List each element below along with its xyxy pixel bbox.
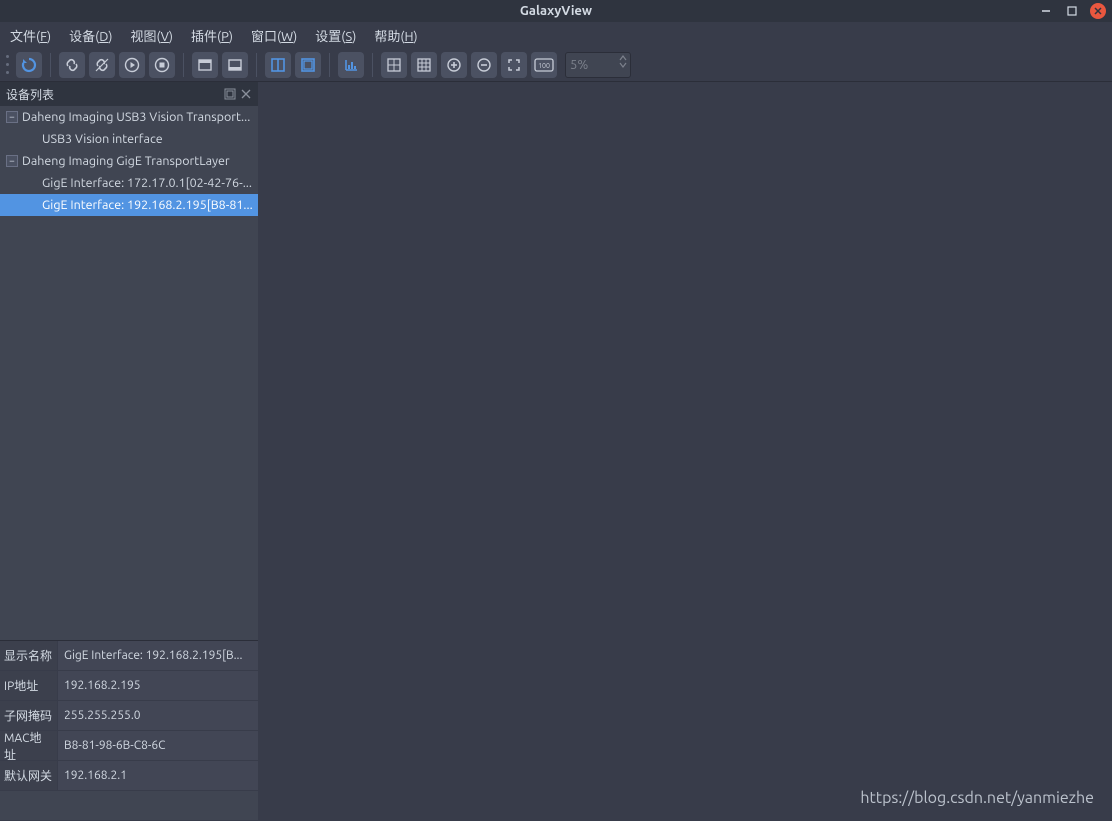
property-key: MAC地址 bbox=[0, 731, 58, 760]
zoom-in-button[interactable] bbox=[441, 52, 467, 78]
panel-close-icon[interactable] bbox=[240, 88, 252, 100]
panel-float-icon[interactable] bbox=[224, 88, 236, 100]
tree-expander-icon[interactable]: − bbox=[6, 111, 18, 123]
menu-help[interactable]: 帮助(H) bbox=[374, 26, 417, 45]
layout-full-button[interactable] bbox=[295, 52, 321, 78]
property-key: 默认网关 bbox=[0, 761, 58, 790]
property-value: 192.168.2.1 bbox=[58, 761, 258, 790]
menu-plugin[interactable]: 插件(P) bbox=[191, 26, 233, 45]
stop-button[interactable] bbox=[149, 52, 175, 78]
property-row: 默认网关 192.168.2.1 bbox=[0, 761, 258, 791]
unlink-button[interactable] bbox=[89, 52, 115, 78]
tree-item-label: GigE Interface: 192.168.2.195[B8-81... bbox=[42, 198, 253, 212]
property-key: 子网掩码 bbox=[0, 701, 58, 730]
property-row: IP地址 192.168.2.195 bbox=[0, 671, 258, 701]
toolbar-handle bbox=[6, 53, 10, 77]
property-row-empty bbox=[0, 791, 258, 821]
tree-item-gige-layer[interactable]: − Daheng Imaging GigE TransportLayer bbox=[0, 150, 258, 172]
play-button[interactable] bbox=[119, 52, 145, 78]
watermark-text: https://blog.csdn.net/yanmiezhe bbox=[860, 789, 1094, 807]
property-table: 显示名称 GigE Interface: 192.168.2.195[B... … bbox=[0, 640, 258, 821]
tree-item-label: GigE Interface: 172.17.0.1[02-42-76-... bbox=[42, 176, 252, 190]
fit-button[interactable] bbox=[501, 52, 527, 78]
grid-3x3-button[interactable] bbox=[411, 52, 437, 78]
content: 设备列表 − Daheng Imaging USB3 Vision Transp… bbox=[0, 82, 1112, 821]
tree-item-label: USB3 Vision interface bbox=[42, 132, 163, 146]
device-tree[interactable]: − Daheng Imaging USB3 Vision Transport..… bbox=[0, 106, 258, 640]
grid-2x2-button[interactable] bbox=[381, 52, 407, 78]
zoom-input[interactable]: 5% bbox=[565, 52, 631, 78]
menu-device[interactable]: 设备(D) bbox=[69, 26, 112, 45]
property-row: 显示名称 GigE Interface: 192.168.2.195[B... bbox=[0, 641, 258, 671]
toolbar: 100 5% bbox=[0, 48, 1112, 82]
spin-up-icon[interactable] bbox=[619, 55, 627, 61]
device-list-title: 设备列表 bbox=[6, 86, 54, 103]
menu-file[interactable]: 文件(F) bbox=[10, 26, 51, 45]
device-list-header: 设备列表 bbox=[0, 82, 258, 106]
window-single-button[interactable] bbox=[192, 52, 218, 78]
menu-window[interactable]: 窗口(W) bbox=[251, 26, 297, 45]
menu-bar: 文件(F) 设备(D) 视图(V) 插件(P) 窗口(W) 设置(S) 帮助(H… bbox=[0, 22, 1112, 48]
tree-expander-icon[interactable]: − bbox=[6, 155, 18, 167]
zoom-100-button[interactable]: 100 bbox=[531, 52, 557, 78]
zoom-out-button[interactable] bbox=[471, 52, 497, 78]
layout-split-button[interactable] bbox=[265, 52, 291, 78]
minimize-button[interactable] bbox=[1038, 3, 1054, 19]
tree-item-gige-interface-2[interactable]: GigE Interface: 192.168.2.195[B8-81... bbox=[0, 194, 258, 216]
spin-down-icon[interactable] bbox=[619, 62, 627, 68]
property-row: 子网掩码 255.255.255.0 bbox=[0, 701, 258, 731]
tree-item-gige-interface-1[interactable]: GigE Interface: 172.17.0.1[02-42-76-... bbox=[0, 172, 258, 194]
menu-view[interactable]: 视图(V) bbox=[131, 26, 174, 45]
property-value: B8-81-98-6B-C8-6C bbox=[58, 731, 258, 760]
refresh-button[interactable] bbox=[16, 52, 42, 78]
tree-item-label: Daheng Imaging GigE TransportLayer bbox=[22, 154, 230, 168]
property-value: GigE Interface: 192.168.2.195[B... bbox=[58, 641, 258, 670]
tree-item-label: Daheng Imaging USB3 Vision Transport... bbox=[22, 110, 250, 124]
zoom-value: 5% bbox=[570, 58, 588, 72]
sidebar: 设备列表 − Daheng Imaging USB3 Vision Transp… bbox=[0, 82, 258, 821]
window-controls bbox=[1038, 3, 1106, 19]
close-button[interactable] bbox=[1090, 3, 1106, 19]
property-row: MAC地址 B8-81-98-6B-C8-6C bbox=[0, 731, 258, 761]
property-key: 显示名称 bbox=[0, 641, 58, 670]
svg-text:100: 100 bbox=[538, 62, 550, 70]
title-bar: GalaxyView bbox=[0, 0, 1112, 22]
window-bottom-button[interactable] bbox=[222, 52, 248, 78]
tree-item-usb3-interface[interactable]: USB3 Vision interface bbox=[0, 128, 258, 150]
menu-settings[interactable]: 设置(S) bbox=[315, 26, 356, 45]
property-key: IP地址 bbox=[0, 671, 58, 700]
tree-item-usb3-layer[interactable]: − Daheng Imaging USB3 Vision Transport..… bbox=[0, 106, 258, 128]
property-value: 255.255.255.0 bbox=[58, 701, 258, 730]
link-button[interactable] bbox=[59, 52, 85, 78]
property-value: 192.168.2.195 bbox=[58, 671, 258, 700]
chart-button[interactable] bbox=[338, 52, 364, 78]
window-title: GalaxyView bbox=[0, 4, 1112, 18]
maximize-button[interactable] bbox=[1064, 3, 1080, 19]
main-viewport: https://blog.csdn.net/yanmiezhe bbox=[258, 82, 1112, 821]
